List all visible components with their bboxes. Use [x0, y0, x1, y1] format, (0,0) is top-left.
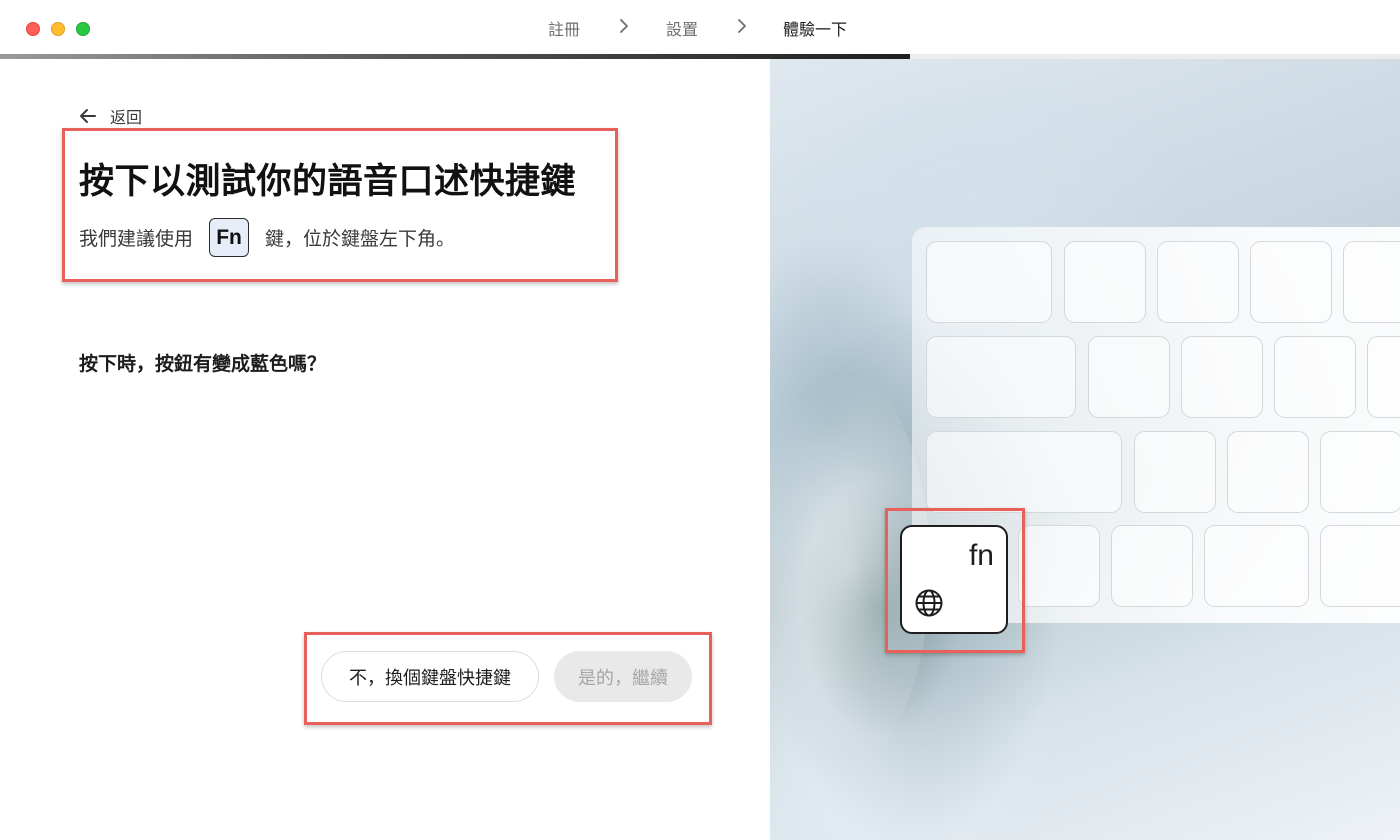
globe-icon: [915, 589, 943, 617]
keyboard-key: [1274, 336, 1356, 418]
keyboard-key: [1367, 336, 1400, 418]
keyboard-key: [1204, 525, 1309, 607]
keyboard-key: [1157, 241, 1239, 323]
keyboard-illustration-panel: [770, 59, 1400, 840]
highlight-box: [62, 128, 618, 282]
step-breadcrumb: 註冊 設置 體驗一下: [0, 0, 1400, 54]
arrow-left-icon: [80, 109, 96, 123]
subtitle-text-after: 鍵，位於鍵盤左下角。: [265, 228, 456, 250]
title-bar: 註冊 設置 體驗一下: [0, 0, 1400, 54]
keyboard-key: [1088, 336, 1170, 418]
keyboard-key: [1111, 525, 1193, 607]
keyboard-key: [1181, 336, 1263, 418]
step-try-it: 體驗一下: [783, 20, 848, 39]
keyboard-key: [1343, 241, 1400, 323]
keyboard-key: [1227, 431, 1309, 513]
back-label: 返回: [110, 108, 143, 127]
keyboard-key: [926, 241, 1052, 323]
page-title: 按下以測試你的語音口述快捷鍵: [79, 162, 577, 202]
keyboard-key: [1320, 525, 1400, 607]
keyboard-key: [1134, 431, 1216, 513]
change-shortcut-button[interactable]: 不，換個鍵盤快捷鍵: [321, 651, 539, 702]
chevron-right-icon: [735, 16, 749, 36]
question-text: 按下時，按鈕有變成藍色嗎？: [79, 353, 327, 375]
page-subtitle: 我們建議使用 Fn 鍵，位於鍵盤左下角。: [79, 218, 455, 257]
keyboard-key: [926, 431, 1122, 513]
fn-key-label: fn: [968, 539, 994, 572]
yes-continue-button[interactable]: 是的，繼續: [554, 651, 692, 702]
chevron-right-icon: [617, 16, 631, 36]
fn-key-chip: Fn: [209, 218, 250, 257]
keyboard-key: [926, 336, 1076, 418]
fn-key: fn: [900, 525, 1008, 634]
keyboard-key: [1064, 241, 1146, 323]
subtitle-text-before: 我們建議使用: [79, 228, 194, 250]
keyboard-key: [1320, 431, 1400, 513]
step-register: 註冊: [548, 20, 581, 39]
step-setup: 設置: [666, 20, 699, 39]
back-button[interactable]: 返回: [78, 104, 142, 128]
keyboard-key: [1250, 241, 1332, 323]
keyboard-key: [1018, 525, 1100, 607]
